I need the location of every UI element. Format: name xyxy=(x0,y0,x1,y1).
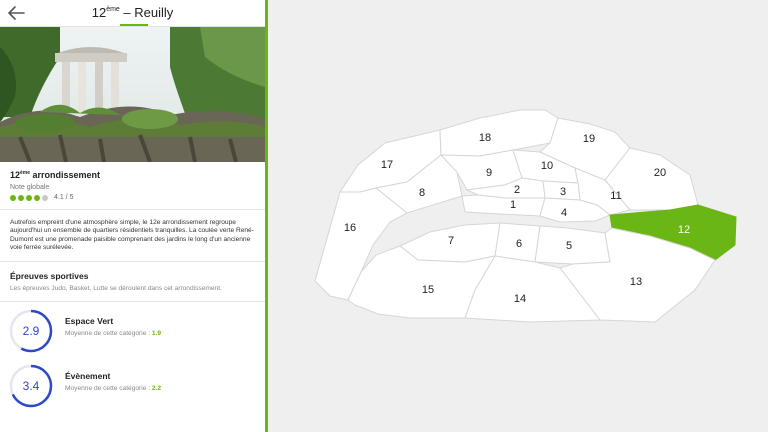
rating-label: Note globale xyxy=(10,184,50,191)
map-label-12: 12 xyxy=(678,224,690,236)
map-label-1: 1 xyxy=(510,199,516,211)
map-label-9: 9 xyxy=(486,167,492,179)
arrondissement-18[interactable] xyxy=(439,109,559,157)
score-event: 3.4 Évènement Moyenne de cette catégorie… xyxy=(0,357,265,412)
map-label-5: 5 xyxy=(566,240,572,252)
rating-dot-icon xyxy=(42,194,48,201)
rating-value: 4.1 / 5 xyxy=(54,194,74,201)
district-name: 12ème arrondissement xyxy=(10,170,101,180)
page-title: 12ème – Reuilly xyxy=(91,5,174,20)
district-panel: 12ème – Reuilly 12ème arrondissement Not… xyxy=(0,0,268,432)
map-label-8: 8 xyxy=(419,187,425,199)
score-average: Moyenne de cette catégorie : 1.9 xyxy=(65,330,162,338)
score-value: 3.4 xyxy=(22,379,40,394)
map-label-18: 18 xyxy=(479,132,491,144)
arrondissement-5[interactable] xyxy=(534,225,611,265)
map-label-15: 15 xyxy=(422,284,434,296)
map-label-2: 2 xyxy=(514,184,520,196)
map-label-17: 17 xyxy=(381,159,393,171)
title-underline xyxy=(120,24,148,26)
score-name: Espace Vert xyxy=(65,316,114,327)
map-label-11: 11 xyxy=(610,190,621,202)
rating: 4.1 / 5 xyxy=(10,194,255,201)
sports-title: Épreuves sportives xyxy=(10,270,89,281)
score-name: Évènement xyxy=(65,371,111,382)
paris-map: 1 2 3 4 5 6 7 8 9 10 11 12 13 14 15 16 1… xyxy=(314,109,737,323)
rating-dot-icon xyxy=(18,194,24,201)
arrondissement-1[interactable] xyxy=(461,194,546,217)
map-label-4: 4 xyxy=(561,207,567,219)
map-label-13: 13 xyxy=(630,276,642,288)
score-green-space: 2.9 Espace Vert Moyenne de cette catégor… xyxy=(0,302,265,357)
map-label-7: 7 xyxy=(448,235,454,247)
map-label-14: 14 xyxy=(514,293,526,305)
district-photo xyxy=(0,27,265,162)
map-label-10: 10 xyxy=(541,160,553,172)
panel-header: 12ème – Reuilly xyxy=(0,0,265,27)
score-value: 2.9 xyxy=(22,324,40,339)
rating-dot-icon xyxy=(26,194,32,201)
map-label-3: 3 xyxy=(560,186,566,198)
rating-dot-icon xyxy=(10,194,16,201)
rating-dot-icon xyxy=(34,194,40,201)
map-label-19: 19 xyxy=(583,133,595,145)
map-label-6: 6 xyxy=(516,238,522,250)
sports-text: Les épreuves Judo, Basket, Lutte se déro… xyxy=(10,284,222,292)
map-label-20: 20 xyxy=(654,167,666,179)
score-average: Moyenne de cette catégorie : 2.2 xyxy=(65,385,162,393)
map-label-16: 16 xyxy=(344,222,356,234)
district-description: Autrefois empreint d'une atmosphère simp… xyxy=(10,219,254,252)
